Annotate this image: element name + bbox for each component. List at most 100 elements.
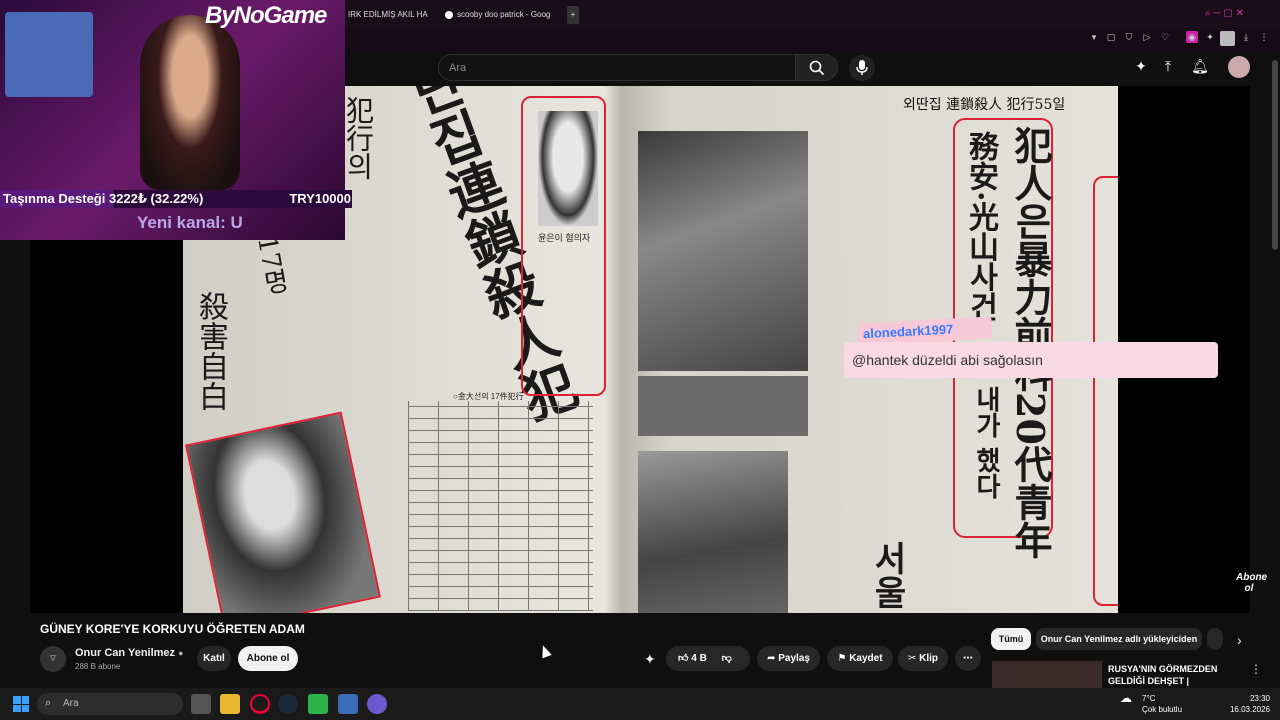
tab-icon[interactable]: ▢ [1105, 31, 1117, 43]
join-button[interactable]: Katıl [197, 646, 231, 671]
account-avatar[interactable] [1228, 56, 1250, 78]
windows-start-icon[interactable] [13, 696, 29, 712]
like-dislike-group: 👍︎ 4 B 👎︎ [666, 646, 750, 671]
tab-2-label: scooby doo patrick - Goog [457, 10, 551, 19]
tab-1[interactable]: IRK EDİLMİŞ AKIL HA [348, 6, 430, 24]
chip-all[interactable]: Tümü [991, 628, 1031, 650]
search-button[interactable] [795, 54, 838, 81]
weather-widget[interactable]: ☁ 7°C Çok bulutlu [1120, 692, 1183, 715]
dislike-button[interactable]: 👎︎ [722, 653, 732, 664]
profile-icon[interactable] [1220, 31, 1235, 46]
video-title: GÜNEY KORE'YE KORKUYU ÖĞRETEN ADAM [40, 622, 305, 636]
chat-message: @hantek düzeldi abi sağolasın [844, 342, 1218, 378]
col-left-4: 17명 [251, 233, 291, 298]
search-input[interactable]: Ara [438, 54, 796, 81]
discord-icon[interactable] [367, 694, 387, 714]
search-icon [809, 60, 824, 76]
clock-time: 23:30 [1249, 694, 1270, 703]
donation-progress-bar: Taşınma Desteği 3222₺ (32.22%) TRY10000 [0, 190, 352, 208]
obs-app-icon[interactable] [308, 694, 328, 714]
chip-uploader[interactable]: Onur Can Yenilmez adlı yükleyiciden [1036, 628, 1202, 650]
task-view-icon[interactable] [191, 694, 211, 714]
scissors-icon: ✂ [907, 653, 917, 664]
subscribe-button[interactable]: Abone ol [238, 646, 298, 671]
system-clock[interactable]: 23:30 16.03.2026 [1210, 693, 1270, 715]
subscriber-count: 288 B abone [75, 662, 121, 671]
heart-icon[interactable]: ♡ [1159, 31, 1171, 43]
extension-action-icon[interactable]: ✦ [644, 651, 656, 668]
menu-icon[interactable]: ⋮ [1258, 31, 1270, 43]
extension-icon[interactable]: ◉ [1186, 31, 1198, 43]
channel-avatar[interactable]: ▽ [40, 646, 66, 672]
like-button[interactable]: 👍︎ 4 B [678, 653, 707, 664]
mic-icon [856, 60, 868, 75]
share-button[interactable]: ➦ Paylaş [757, 646, 820, 671]
download-icon[interactable]: ⤓ [1240, 31, 1252, 43]
mouse-cursor [538, 643, 552, 659]
subscribe-watermark[interactable]: Abone ol [1236, 572, 1267, 594]
new-channel-text: Yeni kanal: U [137, 213, 243, 232]
upload-icon[interactable]: ⤒ [1158, 58, 1178, 78]
streamer-face [140, 15, 240, 190]
new-tab-button[interactable]: + [567, 6, 579, 24]
rec-menu-icon[interactable]: ⋮ [1250, 662, 1262, 676]
verified-icon: ● [178, 648, 184, 658]
tab-1-label: IRK EDİLMİŞ AKIL HA [348, 10, 428, 19]
bynogame-logo: ByNoGame [205, 2, 327, 29]
chip-more[interactable] [1207, 628, 1223, 650]
crime-table [408, 401, 593, 611]
chevron-right-icon[interactable]: › [1237, 632, 1242, 648]
col-left-3: 殺害自白 [193, 291, 228, 411]
thumbs-up-icon: 👍︎ [678, 653, 689, 664]
scene-photo-2 [638, 376, 808, 436]
like-count: 4 B [691, 653, 707, 664]
share-icon: ➦ [767, 653, 776, 664]
face-caption: 윤은이 혐의자 [538, 233, 591, 243]
settings-app-icon[interactable] [338, 694, 358, 714]
save-button[interactable]: ⚑ Kaydet [827, 646, 893, 671]
tab-2[interactable]: scooby doo patrick - Goog [445, 6, 560, 24]
suspect-portrait [184, 411, 382, 613]
voice-search-button[interactable] [849, 55, 875, 81]
channel-name-text: Onur Can Yenilmez [75, 647, 176, 659]
col-right-3: 내가 했다 [971, 386, 1001, 500]
pin-icon[interactable]: ▾ [1088, 31, 1100, 43]
donation-label: Taşınma Desteği 3222₺ (32.22%) [3, 191, 204, 206]
steam-icon[interactable] [278, 694, 298, 714]
google-icon [445, 10, 453, 19]
suspect-photo [538, 111, 598, 226]
col-right-2: 務安·光山사건 [963, 131, 998, 322]
taskbar-search-icon: ⌕ [45, 697, 52, 709]
shield-icon[interactable]: ⛉ [1123, 31, 1135, 43]
window-controls[interactable]: ⌕ ─ ▢ ✕ [1205, 8, 1244, 19]
clock-date: 16.03.2026 [1229, 705, 1270, 714]
save-label: Kaydet [849, 653, 883, 664]
bookmark-icon: ⚑ [837, 653, 847, 664]
field-photo [638, 451, 788, 613]
more-actions-button[interactable]: ⋯ [955, 646, 981, 671]
cloud-icon: ☁ [1120, 691, 1132, 705]
table-title: ○金大선의 17件犯行 [453, 392, 524, 401]
donation-goal: TRY10000 [289, 191, 351, 206]
anime-poster [5, 12, 93, 97]
opera-gx-icon[interactable] [250, 694, 270, 714]
col-right-bottom: 서울 [867, 541, 907, 609]
file-explorer-icon[interactable] [220, 694, 240, 714]
scrollbar[interactable] [1272, 60, 1278, 250]
red-circle-edge [1093, 176, 1118, 606]
puzzle-icon[interactable]: ✦ [1204, 31, 1216, 43]
thumbs-down-icon: 👎︎ [721, 653, 732, 664]
crime-scene-photo [638, 131, 808, 371]
clip-label: Klip [919, 653, 939, 664]
top-right-header: 외딴집 連鎖殺人 犯行55일 [903, 97, 1066, 113]
recommended-thumbnail[interactable] [992, 661, 1102, 689]
clip-button[interactable]: ✂ Klip [898, 646, 948, 671]
bell-icon[interactable]: 🔔︎ [1190, 58, 1210, 78]
extension-puzzle-icon[interactable]: ✦ [1131, 58, 1151, 78]
temperature: 7°C [1142, 694, 1156, 703]
play-icon[interactable]: ▷ [1141, 31, 1153, 43]
share-label: Paylaş [778, 653, 810, 664]
channel-name[interactable]: Onur Can Yenilmez ● [75, 647, 184, 659]
taskbar-search[interactable]: Ara [37, 693, 183, 715]
weather-condition: Çok bulutlu [1142, 705, 1183, 714]
